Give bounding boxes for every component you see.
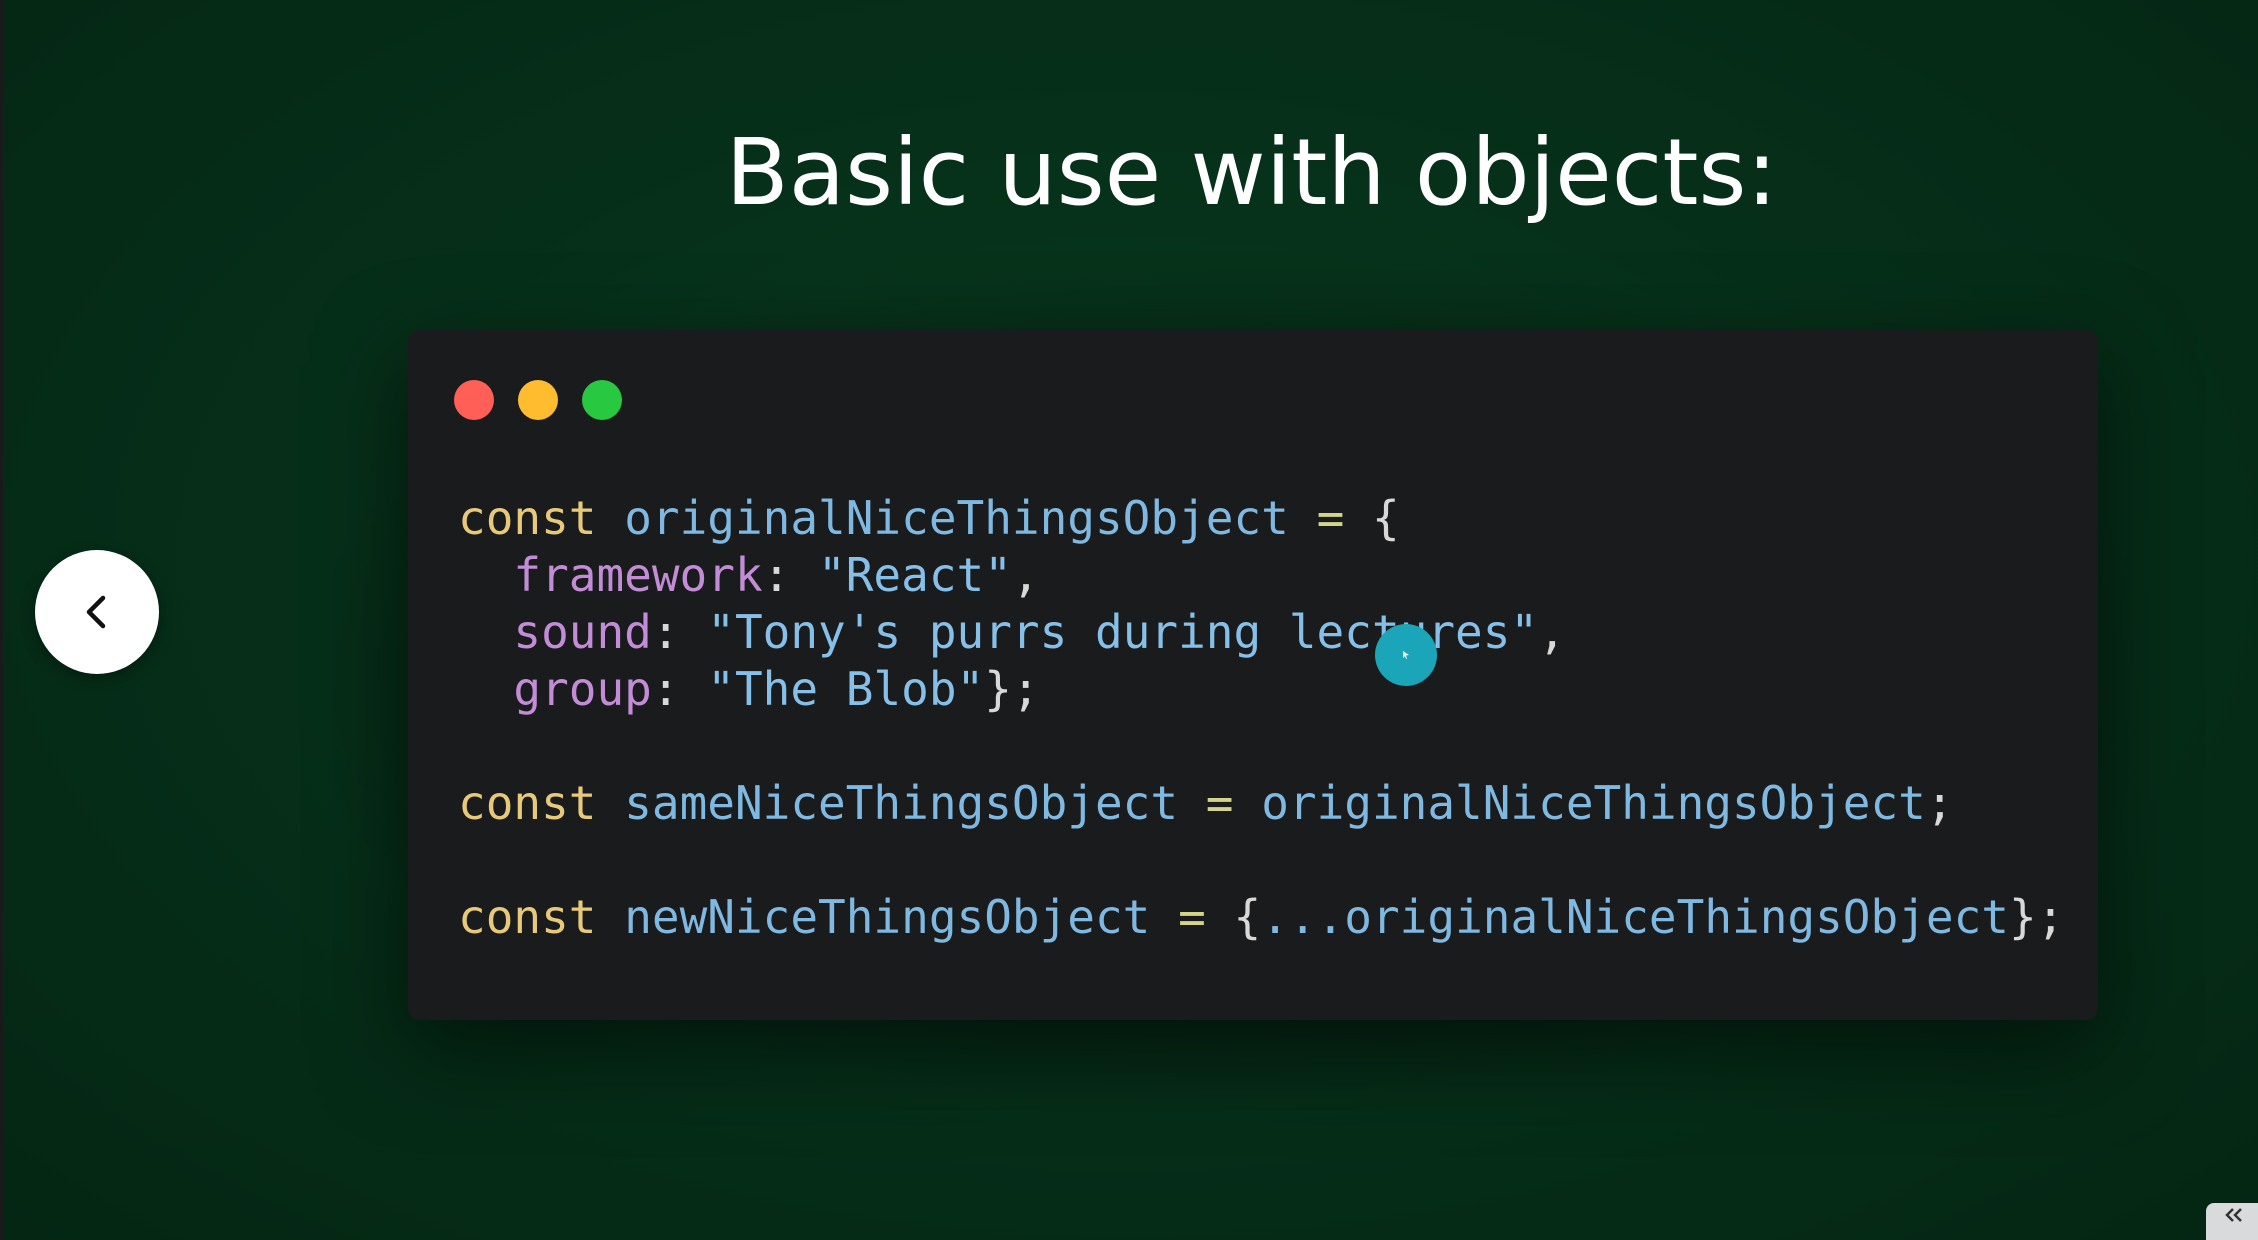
identifier: sameNiceThingsObject (624, 776, 1179, 830)
punctuation: { (1371, 491, 1400, 545)
code-block: const originalNiceThingsObject = { frame… (458, 490, 2064, 946)
punctuation: : (762, 548, 791, 602)
collapse-widget-button[interactable] (2206, 1203, 2258, 1240)
string-literal: "The Blob" (707, 662, 985, 716)
keyword-const: const (458, 491, 597, 545)
code-line-6: const sameNiceThingsObject = originalNic… (458, 776, 1954, 830)
code-line-1: const originalNiceThingsObject = { (458, 491, 1400, 545)
punctuation: : (651, 605, 680, 659)
identifier: originalNiceThingsObject (1261, 776, 1926, 830)
punctuation: { (1233, 890, 1262, 944)
previous-slide-button[interactable] (35, 550, 159, 674)
operator: = (1178, 890, 1206, 944)
spread-operator: ... (1261, 890, 1345, 944)
code-window: const originalNiceThingsObject = { frame… (408, 330, 2098, 1020)
identifier: originalNiceThingsObject (1344, 890, 2009, 944)
code-line-8: const newNiceThingsObject = {...original… (458, 890, 2064, 944)
maximize-dot-icon (582, 380, 622, 420)
keyword-const: const (458, 776, 597, 830)
identifier: newNiceThingsObject (624, 890, 1151, 944)
window-controls (454, 380, 622, 420)
minimize-dot-icon (518, 380, 558, 420)
slide-title: Basic use with objects: (725, 119, 1778, 226)
keyword-const: const (458, 890, 597, 944)
punctuation: , (1538, 605, 1566, 659)
punctuation: , (1011, 548, 1040, 602)
cursor-highlight-icon (1375, 624, 1437, 686)
property: sound (513, 605, 652, 659)
code-line-4: group: "The Blob"}; (458, 662, 1040, 716)
punctuation: : (651, 662, 680, 716)
code-line-2: framework: "React", (458, 548, 1040, 602)
operator: = (1316, 491, 1345, 545)
punctuation: }; (2008, 890, 2065, 944)
punctuation: }; (984, 662, 1040, 716)
punctuation: ; (1925, 776, 1954, 830)
close-dot-icon (454, 380, 494, 420)
string-literal: "React" (818, 548, 1012, 602)
operator: = (1205, 776, 1234, 830)
collapse-icon (2225, 1208, 2242, 1222)
presentation-slide: Basic use with objects: const originalNi… (0, 0, 2258, 1240)
chevron-left-icon (86, 595, 106, 629)
mouse-pointer-icon (1403, 651, 1409, 659)
property: framework (513, 548, 763, 602)
identifier: originalNiceThingsObject (624, 491, 1289, 545)
property: group (513, 662, 652, 716)
